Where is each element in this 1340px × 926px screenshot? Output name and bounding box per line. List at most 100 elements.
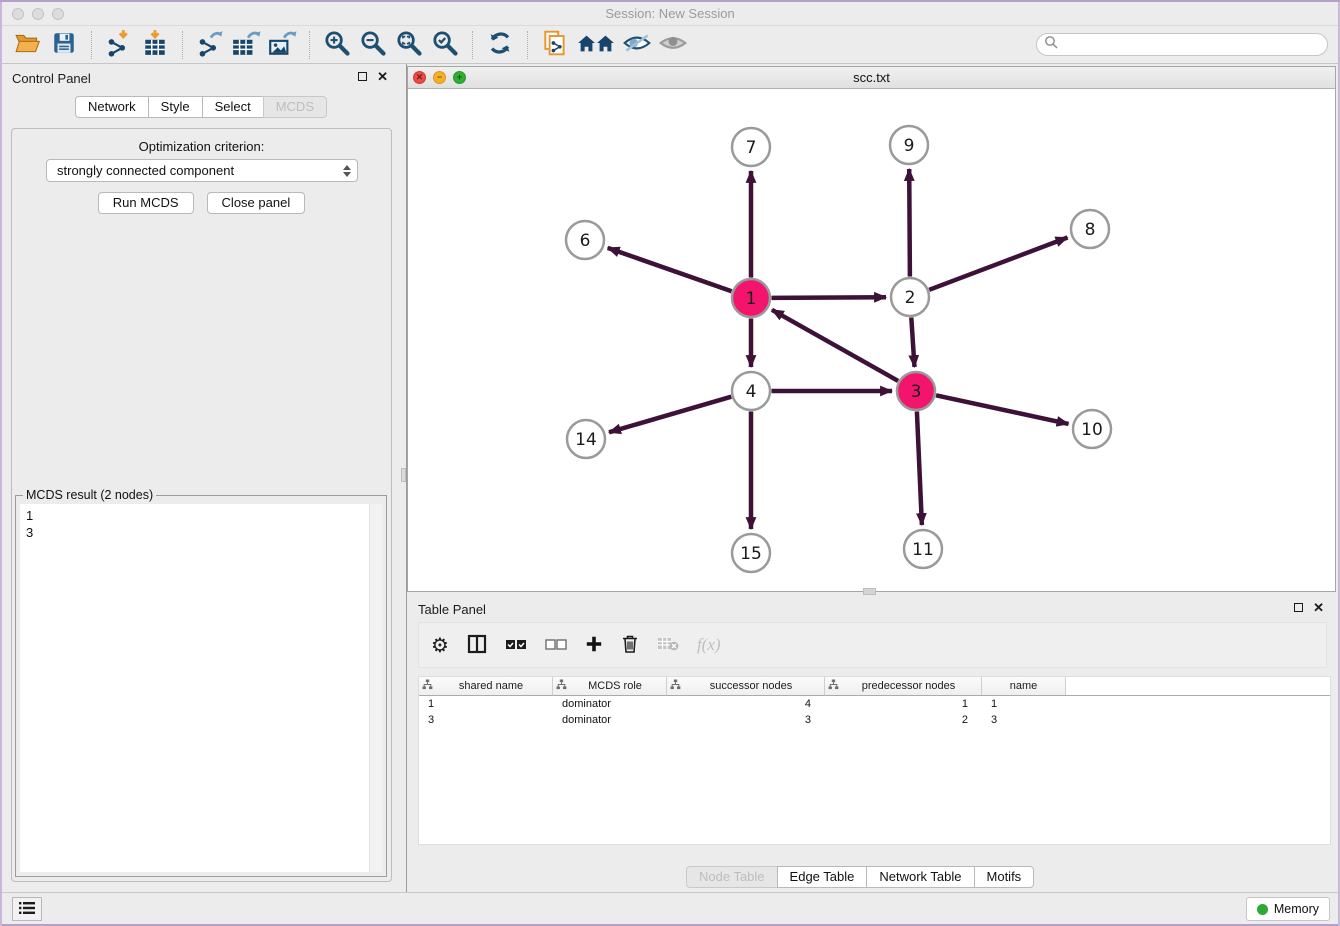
result-scrollbar[interactable] bbox=[369, 504, 382, 872]
export-network-button[interactable] bbox=[194, 29, 226, 61]
clone-network-button[interactable] bbox=[539, 29, 571, 61]
table-cell[interactable]: 2 bbox=[825, 712, 982, 728]
node-14[interactable]: 14 bbox=[567, 420, 605, 458]
table-cell[interactable]: 3 bbox=[982, 712, 1066, 728]
table-cell[interactable]: 1 bbox=[419, 696, 553, 712]
table-cell[interactable]: 4 bbox=[667, 696, 825, 712]
column-header-predecessor-nodes[interactable]: predecessor nodes bbox=[825, 677, 982, 695]
edge-3-10[interactable] bbox=[936, 395, 1069, 424]
column-header-label: name bbox=[985, 680, 1062, 692]
export-image-button[interactable] bbox=[266, 29, 298, 61]
table-cell[interactable]: 3 bbox=[667, 712, 825, 728]
edge-2-3[interactable] bbox=[911, 318, 914, 368]
mcds-result-textarea[interactable]: 13 bbox=[20, 504, 382, 872]
show-all-button[interactable] bbox=[657, 29, 689, 61]
tab-style[interactable]: Style bbox=[148, 96, 203, 118]
node-9[interactable]: 9 bbox=[890, 126, 928, 164]
table-cell[interactable]: 3 bbox=[419, 712, 553, 728]
refresh-view-button[interactable] bbox=[484, 29, 516, 61]
delete-table-button[interactable] bbox=[657, 632, 679, 658]
table-row[interactable]: 3dominator323 bbox=[419, 712, 1330, 728]
minimize-window-icon[interactable] bbox=[32, 8, 44, 20]
tab-network[interactable]: Network bbox=[75, 96, 149, 118]
export-table-button[interactable] bbox=[230, 29, 262, 61]
table-cell[interactable]: dominator bbox=[553, 696, 667, 712]
column-header-name[interactable]: name bbox=[982, 677, 1066, 695]
import-network-button[interactable] bbox=[103, 29, 135, 61]
toolbar-separator bbox=[309, 31, 310, 59]
network-zoom-icon[interactable]: + bbox=[453, 71, 466, 84]
divider-grip-icon[interactable] bbox=[863, 588, 876, 595]
memory-button[interactable]: Memory bbox=[1246, 897, 1330, 921]
column-header-shared-name[interactable]: shared name bbox=[419, 677, 553, 695]
divider-grip-icon[interactable] bbox=[401, 468, 406, 482]
tab-mcds[interactable]: MCDS bbox=[263, 96, 327, 118]
close-panel-button[interactable]: Close panel bbox=[207, 192, 306, 214]
table-cell[interactable]: 1 bbox=[982, 696, 1066, 712]
column-header-MCDS-role[interactable]: MCDS role bbox=[553, 677, 667, 695]
column-header-successor-nodes[interactable]: successor nodes bbox=[667, 677, 825, 695]
search-input[interactable] bbox=[1062, 35, 1327, 54]
network-canvas[interactable]: 7 9 6 8 1 2 4 3 14 10 15 11 bbox=[408, 89, 1335, 591]
column-header-label: predecessor nodes bbox=[839, 680, 978, 692]
tab-node-table[interactable]: Node Table bbox=[686, 866, 778, 888]
import-table-button[interactable] bbox=[139, 29, 171, 61]
close-panel-icon[interactable]: ✕ bbox=[1313, 602, 1324, 613]
first-neighbors-button[interactable] bbox=[575, 29, 617, 61]
table-cell[interactable]: 1 bbox=[825, 696, 982, 712]
node-3[interactable]: 3 bbox=[897, 372, 935, 410]
zoom-selected-button[interactable] bbox=[429, 29, 461, 61]
edge-4-14[interactable] bbox=[609, 397, 731, 433]
zoom-out-button[interactable] bbox=[357, 29, 389, 61]
zoom-fit-button[interactable] bbox=[393, 29, 425, 61]
float-panel-icon[interactable] bbox=[358, 72, 367, 81]
node-7[interactable]: 7 bbox=[732, 128, 770, 166]
criterion-select[interactable]: strongly connected component bbox=[46, 159, 358, 182]
open-file-button[interactable] bbox=[12, 29, 44, 61]
list-icon bbox=[18, 901, 36, 918]
search-icon bbox=[1044, 35, 1058, 54]
tab-network-table[interactable]: Network Table bbox=[866, 866, 974, 888]
table-cell[interactable]: dominator bbox=[553, 712, 667, 728]
network-graph[interactable]: 7 9 6 8 1 2 4 3 14 10 15 11 bbox=[408, 89, 1335, 591]
node-2[interactable]: 2 bbox=[891, 278, 929, 316]
node-10[interactable]: 10 bbox=[1073, 410, 1111, 448]
task-history-button[interactable] bbox=[12, 897, 42, 921]
node-label: 10 bbox=[1081, 420, 1103, 440]
toggle-columns-button[interactable] bbox=[467, 632, 487, 658]
tab-select[interactable]: Select bbox=[202, 96, 264, 118]
node-8[interactable]: 8 bbox=[1071, 210, 1109, 248]
close-window-icon[interactable] bbox=[12, 8, 24, 20]
float-panel-icon[interactable] bbox=[1294, 603, 1303, 612]
zoom-window-icon[interactable] bbox=[52, 8, 64, 20]
edge-3-1[interactable] bbox=[772, 310, 898, 381]
apply-function-button[interactable]: f(x) bbox=[697, 632, 721, 658]
edge-2-9[interactable] bbox=[909, 169, 910, 277]
hide-selected-button[interactable] bbox=[621, 29, 653, 61]
edge-1-2[interactable] bbox=[772, 297, 887, 298]
close-panel-icon[interactable]: ✕ bbox=[377, 71, 388, 82]
run-mcds-button[interactable]: Run MCDS bbox=[98, 192, 194, 214]
network-minimize-icon[interactable]: − bbox=[433, 71, 446, 84]
node-1[interactable]: 1 bbox=[732, 279, 770, 317]
network-close-icon[interactable]: ✕ bbox=[413, 71, 426, 84]
node-4[interactable]: 4 bbox=[732, 372, 770, 410]
table-settings-button[interactable]: ⚙ bbox=[431, 632, 449, 658]
node-15[interactable]: 15 bbox=[732, 534, 770, 572]
node-6[interactable]: 6 bbox=[566, 221, 604, 259]
delete-column-button[interactable] bbox=[621, 632, 639, 658]
criterion-value: strongly connected component bbox=[57, 163, 343, 178]
add-column-button[interactable] bbox=[585, 632, 603, 658]
select-all-columns-button[interactable] bbox=[505, 632, 527, 658]
edge-2-8[interactable] bbox=[929, 238, 1067, 290]
tab-edge-table[interactable]: Edge Table bbox=[777, 866, 868, 888]
zoom-in-button[interactable] bbox=[321, 29, 353, 61]
edge-1-6[interactable] bbox=[608, 248, 732, 291]
save-session-button[interactable] bbox=[48, 29, 80, 61]
panel-divider-vertical[interactable] bbox=[400, 64, 407, 892]
node-11[interactable]: 11 bbox=[904, 530, 942, 568]
deselect-all-columns-button[interactable] bbox=[545, 632, 567, 658]
tab-motifs[interactable]: Motifs bbox=[974, 866, 1035, 888]
table-row[interactable]: 1dominator411 bbox=[419, 696, 1330, 712]
edge-3-11[interactable] bbox=[917, 412, 922, 526]
